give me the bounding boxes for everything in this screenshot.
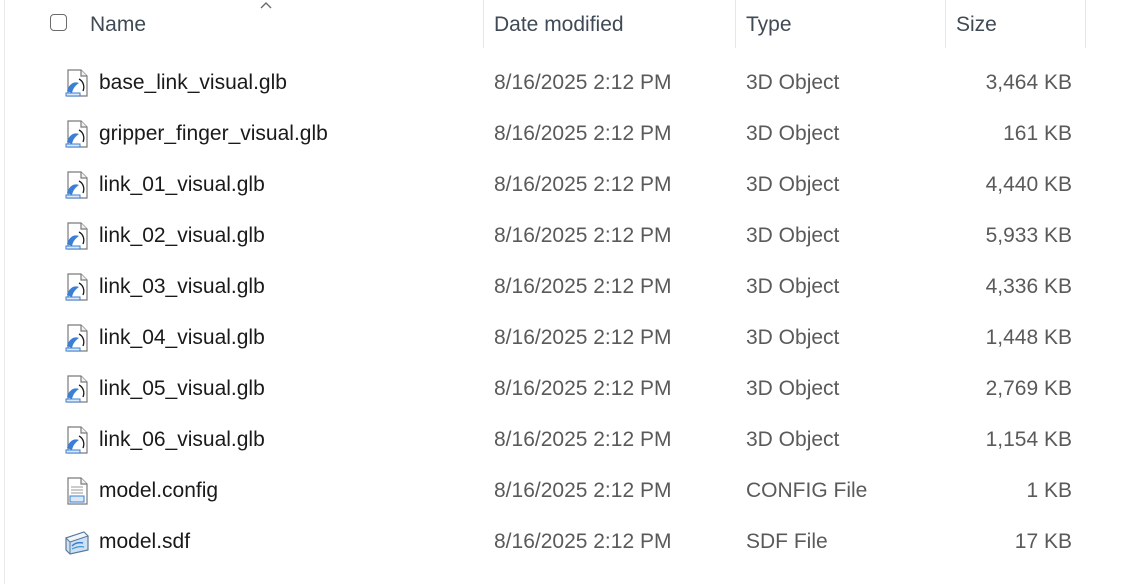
file-size: 1,448 KB: [985, 326, 1072, 349]
file-row[interactable]: link_05_visual.glb 8/16/2025 2:12 PM 3D …: [0, 363, 1135, 414]
3d-object-file-icon: [64, 273, 90, 301]
select-all-checkbox[interactable]: [50, 14, 67, 31]
3d-object-file-icon: [64, 222, 90, 250]
file-row[interactable]: model.config 8/16/2025 2:12 PM CONFIG Fi…: [0, 465, 1135, 516]
file-type: 3D Object: [746, 428, 840, 451]
file-size: 161 KB: [1003, 122, 1072, 145]
file-list: base_link_visual.glb 8/16/2025 2:12 PM 3…: [0, 57, 1135, 567]
file-list-pane: Name Date modified Type Size base_link_v…: [0, 0, 1135, 584]
file-name[interactable]: link_06_visual.glb: [99, 414, 265, 465]
file-name[interactable]: gripper_finger_visual.glb: [99, 108, 328, 159]
file-row[interactable]: link_03_visual.glb 8/16/2025 2:12 PM 3D …: [0, 261, 1135, 312]
file-name[interactable]: link_05_visual.glb: [99, 363, 265, 414]
column-header-row: Name Date modified Type Size: [0, 0, 1135, 48]
file-name[interactable]: base_link_visual.glb: [99, 57, 287, 108]
file-date-modified: 8/16/2025 2:12 PM: [494, 377, 672, 400]
file-date-modified: 8/16/2025 2:12 PM: [494, 71, 672, 94]
column-header-type[interactable]: Type: [746, 0, 944, 48]
file-size: 17 KB: [1014, 530, 1072, 553]
file-type: 3D Object: [746, 224, 840, 247]
file-row[interactable]: model.sdf 8/16/2025 2:12 PM SDF File 17 …: [0, 516, 1135, 567]
column-header-date-modified[interactable]: Date modified: [494, 0, 734, 48]
3d-object-file-icon: [64, 171, 90, 199]
3d-object-file-icon: [64, 324, 90, 352]
file-row[interactable]: link_01_visual.glb 8/16/2025 2:12 PM 3D …: [0, 159, 1135, 210]
file-size: 1,154 KB: [985, 428, 1072, 451]
file-date-modified: 8/16/2025 2:12 PM: [494, 326, 672, 349]
file-type: SDF File: [746, 530, 828, 553]
file-row[interactable]: link_06_visual.glb 8/16/2025 2:12 PM 3D …: [0, 414, 1135, 465]
file-date-modified: 8/16/2025 2:12 PM: [494, 275, 672, 298]
file-name[interactable]: link_03_visual.glb: [99, 261, 265, 312]
file-date-modified: 8/16/2025 2:12 PM: [494, 122, 672, 145]
file-type: 3D Object: [746, 326, 840, 349]
column-divider[interactable]: [945, 0, 946, 48]
file-type: 3D Object: [746, 275, 840, 298]
config-file-icon: [64, 477, 90, 505]
column-divider[interactable]: [735, 0, 736, 48]
3d-object-file-icon: [64, 69, 90, 97]
file-size: 4,336 KB: [985, 275, 1072, 298]
3d-object-file-icon: [64, 426, 90, 454]
file-type: 3D Object: [746, 71, 840, 94]
3d-object-file-icon: [64, 375, 90, 403]
file-size: 1 KB: [1026, 479, 1072, 502]
column-header-size[interactable]: Size: [956, 0, 1084, 48]
file-date-modified: 8/16/2025 2:12 PM: [494, 530, 672, 553]
file-name[interactable]: link_01_visual.glb: [99, 159, 265, 210]
file-name[interactable]: link_02_visual.glb: [99, 210, 265, 261]
file-size: 3,464 KB: [985, 71, 1072, 94]
file-size: 5,933 KB: [985, 224, 1072, 247]
file-row[interactable]: gripper_finger_visual.glb 8/16/2025 2:12…: [0, 108, 1135, 159]
file-type: CONFIG File: [746, 479, 868, 502]
file-date-modified: 8/16/2025 2:12 PM: [494, 479, 672, 502]
file-date-modified: 8/16/2025 2:12 PM: [494, 224, 672, 247]
file-type: 3D Object: [746, 122, 840, 145]
file-size: 4,440 KB: [985, 173, 1072, 196]
file-date-modified: 8/16/2025 2:12 PM: [494, 428, 672, 451]
file-row[interactable]: base_link_visual.glb 8/16/2025 2:12 PM 3…: [0, 57, 1135, 108]
file-type: 3D Object: [746, 377, 840, 400]
file-name[interactable]: link_04_visual.glb: [99, 312, 265, 363]
file-type: 3D Object: [746, 173, 840, 196]
file-row[interactable]: link_02_visual.glb 8/16/2025 2:12 PM 3D …: [0, 210, 1135, 261]
file-name[interactable]: model.sdf: [99, 516, 190, 567]
file-row[interactable]: link_04_visual.glb 8/16/2025 2:12 PM 3D …: [0, 312, 1135, 363]
sdf-file-icon: [64, 528, 90, 556]
3d-object-file-icon: [64, 120, 90, 148]
file-size: 2,769 KB: [985, 377, 1072, 400]
file-date-modified: 8/16/2025 2:12 PM: [494, 173, 672, 196]
column-header-name[interactable]: Name: [90, 0, 483, 48]
column-divider[interactable]: [483, 0, 484, 48]
file-name[interactable]: model.config: [99, 465, 218, 516]
column-divider[interactable]: [1085, 0, 1086, 48]
